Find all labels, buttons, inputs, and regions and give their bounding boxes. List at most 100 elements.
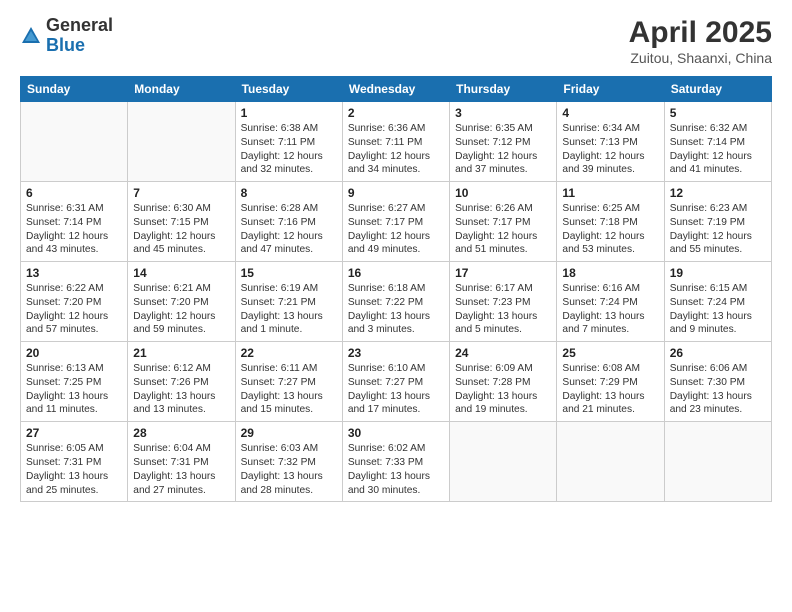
day-number: 12 — [670, 186, 766, 200]
calendar-day-28: 28Sunrise: 6:04 AM Sunset: 7:31 PM Dayli… — [128, 422, 235, 502]
day-number: 27 — [26, 426, 122, 440]
calendar-day-21: 21 Sunrise: 6:12 AM Sunset: 7:26 PM Dayli… — [128, 342, 235, 422]
calendar-day-4: 4 Sunrise: 6:34 AM Sunset: 7:13 PM Daylig… — [557, 102, 664, 182]
header: General Blue April 2025 Zuitou, Shaanxi,… — [20, 16, 772, 66]
day-info: Sunrise: 6:15 AM Sunset: 7:24 PM Dayligh… — [670, 282, 766, 337]
day-number: 30 — [348, 426, 444, 440]
day-info: Sunrise: 6:26 AM Sunset: 7:17 PM Dayligh… — [455, 202, 551, 257]
calendar-day-11: 11Sunrise: 6:25 AM Sunset: 7:18 PM Dayli… — [557, 182, 664, 262]
calendar-day-12: 12 Sunrise: 6:23 AM Sunset: 7:19 PM Dayli… — [664, 182, 771, 262]
day-info: Sunrise: 6:13 AM Sunset: 7:25 PM Dayligh… — [26, 362, 122, 417]
calendar-day-5: 5Sunrise: 6:32 AM Sunset: 7:14 PM Daylig… — [664, 102, 771, 182]
calendar-day-29: 29Sunrise: 6:03 AM Sunset: 7:32 PM Dayli… — [235, 422, 342, 502]
day-number: 15 — [241, 266, 337, 280]
calendar-header-wednesday: Wednesday — [342, 77, 449, 102]
day-info: Sunrise: 6:10 AM Sunset: 7:27 PM Dayligh… — [348, 362, 444, 417]
day-number: 21 — [133, 346, 229, 360]
day-info: Sunrise: 6:17 AM Sunset: 7:23 PM Dayligh… — [455, 282, 551, 337]
day-number: 28 — [133, 426, 229, 440]
calendar-day-27: 27 Sunrise: 6:05 AM Sunset: 7:31 PM Dayli… — [21, 422, 128, 502]
day-number: 2 — [348, 106, 444, 120]
logo-icon — [20, 25, 42, 47]
calendar-header-sunday: Sunday — [21, 77, 128, 102]
day-number: 18 — [562, 266, 658, 280]
day-number: 6 — [26, 186, 122, 200]
calendar-week-row: 6 Sunrise: 6:31 AM Sunset: 7:14 PM Daylig… — [21, 182, 772, 262]
logo-text: General Blue — [46, 16, 113, 56]
calendar-day-19: 19 Sunrise: 6:15 AM Sunset: 7:24 PM Dayli… — [664, 262, 771, 342]
day-info: Sunrise: 6:25 AM Sunset: 7:18 PM Dayligh… — [562, 202, 658, 257]
day-info: Sunrise: 6:34 AM Sunset: 7:13 PM Dayligh… — [562, 122, 658, 177]
day-info: Sunrise: 6:31 AM Sunset: 7:14 PM Dayligh… — [26, 202, 122, 257]
calendar-header-friday: Friday — [557, 77, 664, 102]
calendar-day-26: 26 Sunrise: 6:06 AM Sunset: 7:30 PM Dayli… — [664, 342, 771, 422]
calendar-header-tuesday: Tuesday — [235, 77, 342, 102]
calendar-day-14: 14 Sunrise: 6:21 AM Sunset: 7:20 PM Dayli… — [128, 262, 235, 342]
day-number: 7 — [133, 186, 229, 200]
calendar-empty-cell — [128, 102, 235, 182]
calendar-header-saturday: Saturday — [664, 77, 771, 102]
day-info: Sunrise: 6:21 AM Sunset: 7:20 PM Dayligh… — [133, 282, 229, 337]
day-number: 22 — [241, 346, 337, 360]
day-info: Sunrise: 6:09 AM Sunset: 7:28 PM Dayligh… — [455, 362, 551, 417]
calendar-week-row: 1 Sunrise: 6:38 AM Sunset: 7:11 PM Daylig… — [21, 102, 772, 182]
logo-blue: Blue — [46, 36, 113, 56]
day-info: Sunrise: 6:06 AM Sunset: 7:30 PM Dayligh… — [670, 362, 766, 417]
calendar-week-row: 27 Sunrise: 6:05 AM Sunset: 7:31 PM Dayli… — [21, 422, 772, 502]
day-info: Sunrise: 6:22 AM Sunset: 7:20 PM Dayligh… — [26, 282, 122, 337]
calendar-day-15: 15Sunrise: 6:19 AM Sunset: 7:21 PM Dayli… — [235, 262, 342, 342]
day-info: Sunrise: 6:12 AM Sunset: 7:26 PM Dayligh… — [133, 362, 229, 417]
day-info: Sunrise: 6:35 AM Sunset: 7:12 PM Dayligh… — [455, 122, 551, 177]
logo-general: General — [46, 16, 113, 36]
day-number: 9 — [348, 186, 444, 200]
day-number: 13 — [26, 266, 122, 280]
day-info: Sunrise: 6:32 AM Sunset: 7:14 PM Dayligh… — [670, 122, 766, 177]
day-info: Sunrise: 6:16 AM Sunset: 7:24 PM Dayligh… — [562, 282, 658, 337]
day-number: 19 — [670, 266, 766, 280]
day-number: 20 — [26, 346, 122, 360]
calendar-empty-cell — [450, 422, 557, 502]
day-number: 25 — [562, 346, 658, 360]
day-info: Sunrise: 6:05 AM Sunset: 7:31 PM Dayligh… — [26, 442, 122, 497]
day-number: 29 — [241, 426, 337, 440]
calendar-day-23: 23 Sunrise: 6:10 AM Sunset: 7:27 PM Dayli… — [342, 342, 449, 422]
day-number: 17 — [455, 266, 551, 280]
calendar-day-10: 10Sunrise: 6:26 AM Sunset: 7:17 PM Dayli… — [450, 182, 557, 262]
calendar-header-monday: Monday — [128, 77, 235, 102]
day-info: Sunrise: 6:02 AM Sunset: 7:33 PM Dayligh… — [348, 442, 444, 497]
calendar-week-row: 20 Sunrise: 6:13 AM Sunset: 7:25 PM Dayli… — [21, 342, 772, 422]
page: General Blue April 2025 Zuitou, Shaanxi,… — [0, 0, 792, 612]
calendar-day-1: 1 Sunrise: 6:38 AM Sunset: 7:11 PM Daylig… — [235, 102, 342, 182]
calendar-header-row: SundayMondayTuesdayWednesdayThursdayFrid… — [21, 77, 772, 102]
calendar-day-18: 18 Sunrise: 6:16 AM Sunset: 7:24 PM Dayli… — [557, 262, 664, 342]
day-info: Sunrise: 6:18 AM Sunset: 7:22 PM Dayligh… — [348, 282, 444, 337]
calendar-day-6: 6 Sunrise: 6:31 AM Sunset: 7:14 PM Daylig… — [21, 182, 128, 262]
day-info: Sunrise: 6:30 AM Sunset: 7:15 PM Dayligh… — [133, 202, 229, 257]
calendar-week-row: 13 Sunrise: 6:22 AM Sunset: 7:20 PM Dayli… — [21, 262, 772, 342]
calendar-day-17: 17 Sunrise: 6:17 AM Sunset: 7:23 PM Dayli… — [450, 262, 557, 342]
day-number: 16 — [348, 266, 444, 280]
calendar-table: SundayMondayTuesdayWednesdayThursdayFrid… — [20, 76, 772, 502]
calendar-day-9: 9 Sunrise: 6:27 AM Sunset: 7:17 PM Daylig… — [342, 182, 449, 262]
calendar-day-24: 24Sunrise: 6:09 AM Sunset: 7:28 PM Dayli… — [450, 342, 557, 422]
calendar-empty-cell — [557, 422, 664, 502]
day-number: 4 — [562, 106, 658, 120]
logo: General Blue — [20, 16, 113, 56]
day-info: Sunrise: 6:23 AM Sunset: 7:19 PM Dayligh… — [670, 202, 766, 257]
title-block: April 2025 Zuitou, Shaanxi, China — [629, 16, 772, 66]
day-number: 14 — [133, 266, 229, 280]
day-number: 23 — [348, 346, 444, 360]
day-info: Sunrise: 6:38 AM Sunset: 7:11 PM Dayligh… — [241, 122, 337, 177]
day-info: Sunrise: 6:27 AM Sunset: 7:17 PM Dayligh… — [348, 202, 444, 257]
calendar-header-thursday: Thursday — [450, 77, 557, 102]
day-number: 1 — [241, 106, 337, 120]
calendar-day-2: 2Sunrise: 6:36 AM Sunset: 7:11 PM Daylig… — [342, 102, 449, 182]
calendar-day-7: 7 Sunrise: 6:30 AM Sunset: 7:15 PM Daylig… — [128, 182, 235, 262]
day-number: 8 — [241, 186, 337, 200]
calendar-day-22: 22Sunrise: 6:11 AM Sunset: 7:27 PM Dayli… — [235, 342, 342, 422]
day-info: Sunrise: 6:08 AM Sunset: 7:29 PM Dayligh… — [562, 362, 658, 417]
calendar-day-8: 8 Sunrise: 6:28 AM Sunset: 7:16 PM Daylig… — [235, 182, 342, 262]
day-info: Sunrise: 6:28 AM Sunset: 7:16 PM Dayligh… — [241, 202, 337, 257]
calendar-empty-cell — [664, 422, 771, 502]
day-number: 26 — [670, 346, 766, 360]
